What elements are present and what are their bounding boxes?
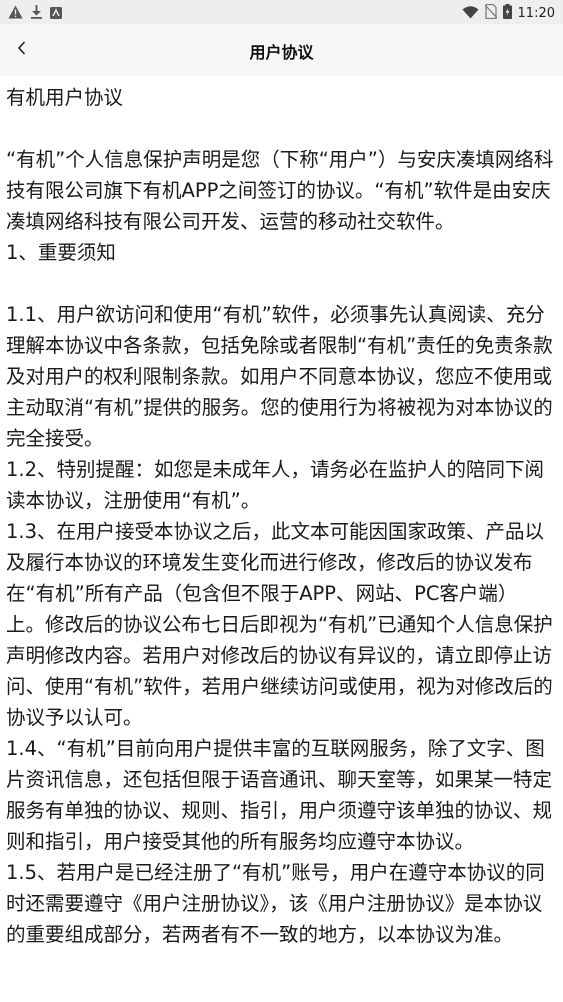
notification-icons xyxy=(8,4,62,23)
app-header: 用户协议 xyxy=(0,24,563,76)
intro-paragraph: “有机”个人信息保护声明是您（下称“用户”）与安庆凑填网络科技有限公司旗下有机A… xyxy=(6,148,554,233)
wifi-icon xyxy=(462,4,479,23)
clause-1-3: 1.3、在用户接受本协议之后，此文本可能因国家政策、产品以及履行本协议的环境发生… xyxy=(6,520,553,729)
battery-icon xyxy=(502,4,512,23)
app-icon xyxy=(50,4,62,23)
status-bar: 11:20 xyxy=(0,0,563,24)
no-sim-icon xyxy=(484,3,497,23)
alert-icon xyxy=(8,4,23,23)
status-time: 11:20 xyxy=(517,6,555,21)
clause-1-4: 1.4、“有机”目前向用户提供丰富的互联网服务，除了文字、图片资讯信息，还包括但… xyxy=(6,737,553,853)
document-title: 有机用户协议 xyxy=(6,86,124,109)
agreement-content: 有机用户协议 “有机”个人信息保护声明是您（下称“用户”）与安庆凑填网络科技有限… xyxy=(6,82,556,950)
section-heading: 1、重要须知 xyxy=(6,241,116,264)
page-title: 用户协议 xyxy=(249,43,314,62)
download-icon xyxy=(30,4,43,23)
clause-1-2: 1.2、特别提醒：如您是未成年人，请务必在监护人的陪同下阅读本协议，注册使用“有… xyxy=(6,458,545,512)
system-icons: 11:20 xyxy=(462,3,555,23)
clause-1-1: 1.1、用户欲访问和使用“有机”软件，必须事先认真阅读、充分理解本协议中各条款，… xyxy=(6,303,553,450)
clause-1-5: 1.5、若用户是已经注册了“有机”账号，用户在遵守本协议的同时还需要遵守《用户注… xyxy=(6,861,545,946)
